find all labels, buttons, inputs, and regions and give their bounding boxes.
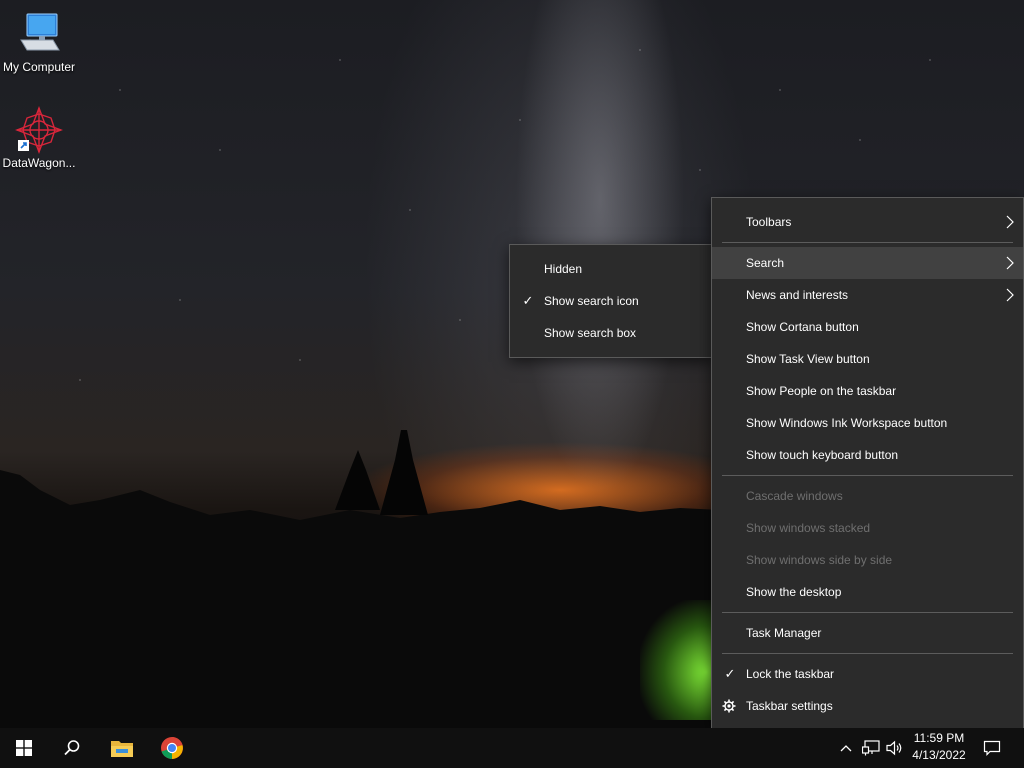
volume-button[interactable]: [884, 728, 906, 768]
menu-item-label: Show search box: [544, 326, 637, 340]
menu-item-task-manager[interactable]: Task Manager: [712, 617, 1023, 649]
menu-item-search-hidden[interactable]: Hidden: [510, 253, 713, 285]
menu-item-toolbars[interactable]: Toolbars: [712, 206, 1023, 238]
menu-separator: [722, 612, 1013, 613]
menu-item-show-search-icon[interactable]: ✓ Show search icon: [510, 285, 713, 317]
menu-item-label: Show search icon: [544, 294, 639, 308]
network-button[interactable]: [860, 728, 882, 768]
menu-item-label: Show Cortana button: [746, 320, 859, 334]
desktop-icon-datawagon[interactable]: DataWagon...: [0, 106, 78, 170]
show-hidden-icons-button[interactable]: [836, 728, 856, 768]
menu-item-label: Toolbars: [746, 215, 792, 229]
taskbar-file-explorer[interactable]: [98, 728, 146, 768]
desktop-icon-my-computer[interactable]: My Computer: [0, 10, 78, 74]
menu-item-cascade-windows: Cascade windows: [712, 480, 1023, 512]
taskbar-context-menu: Toolbars Search News and interests Show …: [711, 197, 1024, 729]
clock-time: 11:59 PM: [913, 731, 965, 745]
menu-item-show-task-view[interactable]: Show Task View button: [712, 343, 1023, 375]
menu-item-label: Show the desktop: [746, 585, 842, 599]
menu-item-label: Show windows side by side: [746, 553, 893, 567]
menu-item-label: Lock the taskbar: [746, 667, 835, 681]
start-icon: [16, 740, 32, 756]
menu-separator: [722, 475, 1013, 476]
clock-date: 4/13/2022: [912, 748, 966, 762]
menu-item-taskbar-settings[interactable]: Taskbar settings: [712, 690, 1023, 722]
menu-item-label: Show windows stacked: [746, 521, 871, 535]
menu-item-label: Cascade windows: [746, 489, 843, 503]
taskbar[interactable]: 11:59 PM 4/13/2022: [0, 728, 1024, 768]
datawagon-shortcut-icon: [15, 106, 63, 154]
volume-icon: [886, 740, 902, 756]
start-button[interactable]: [0, 728, 48, 768]
checkmark-icon: ✓: [522, 293, 534, 308]
menu-item-label: News and interests: [746, 288, 849, 302]
menu-item-news-and-interests[interactable]: News and interests: [712, 279, 1023, 311]
chevron-right-icon: [1006, 256, 1014, 270]
menu-item-label: Task Manager: [746, 626, 822, 640]
menu-item-windows-side-by-side: Show windows side by side: [712, 544, 1023, 576]
menu-item-show-cortana[interactable]: Show Cortana button: [712, 311, 1023, 343]
menu-item-label: Search: [746, 256, 785, 270]
chevron-right-icon: [1006, 215, 1014, 229]
file-explorer-icon: [111, 741, 133, 757]
computer-icon: [15, 10, 63, 58]
menu-item-show-desktop[interactable]: Show the desktop: [712, 576, 1023, 608]
chevron-right-icon: [1006, 288, 1014, 302]
menu-separator: [722, 242, 1013, 243]
network-icon: [862, 740, 880, 756]
menu-item-lock-taskbar[interactable]: ✓ Lock the taskbar: [712, 658, 1023, 690]
action-center-button[interactable]: [978, 728, 1006, 768]
menu-item-label: Show People on the taskbar: [746, 384, 897, 398]
menu-item-label: Show Task View button: [746, 352, 870, 366]
search-icon: [64, 740, 80, 756]
checkmark-icon: ✓: [724, 666, 736, 681]
menu-item-show-touch-keyboard[interactable]: Show touch keyboard button: [712, 439, 1023, 471]
desktop-icon-label: DataWagon...: [2, 156, 76, 170]
chrome-icon: [161, 737, 183, 759]
taskbar-search-button[interactable]: [48, 728, 96, 768]
menu-item-label: Taskbar settings: [746, 699, 833, 713]
menu-item-label: Show Windows Ink Workspace button: [746, 416, 948, 430]
menu-item-show-people[interactable]: Show People on the taskbar: [712, 375, 1023, 407]
menu-separator: [722, 653, 1013, 654]
search-submenu: Hidden ✓ Show search icon Show search bo…: [509, 244, 714, 358]
menu-item-windows-stacked: Show windows stacked: [712, 512, 1023, 544]
menu-item-show-ink-workspace[interactable]: Show Windows Ink Workspace button: [712, 407, 1023, 439]
menu-item-search[interactable]: Search: [712, 247, 1023, 279]
menu-item-show-search-box[interactable]: Show search box: [510, 317, 713, 349]
desktop-icon-label: My Computer: [2, 60, 76, 74]
menu-item-label: Hidden: [544, 262, 583, 276]
menu-item-label: Show touch keyboard button: [746, 448, 899, 462]
taskbar-clock[interactable]: 11:59 PM 4/13/2022: [904, 730, 974, 764]
action-center-icon: [983, 740, 1001, 756]
gear-icon: [722, 699, 736, 713]
chevron-up-icon: [840, 745, 852, 752]
taskbar-chrome[interactable]: [148, 728, 196, 768]
